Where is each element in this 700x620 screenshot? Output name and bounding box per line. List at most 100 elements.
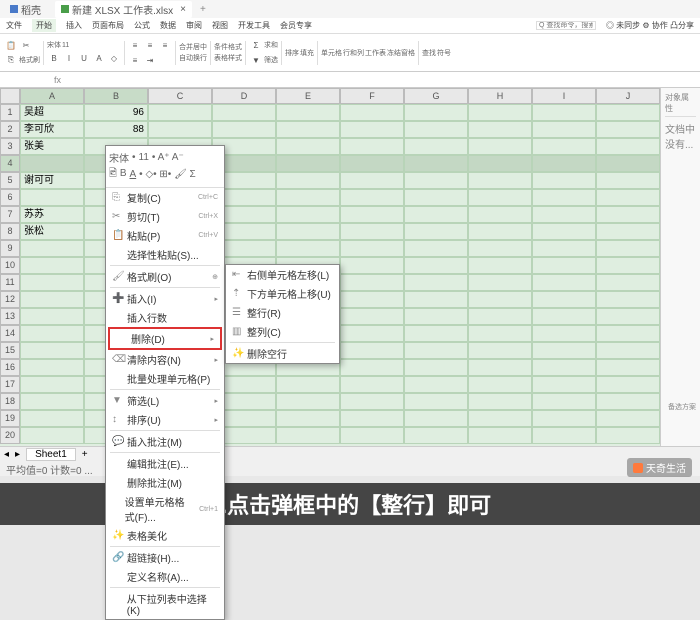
cell[interactable]: [212, 104, 276, 121]
menu-page[interactable]: 页面布局: [92, 20, 124, 31]
row-header[interactable]: 6: [0, 189, 20, 206]
select-all[interactable]: [0, 88, 20, 104]
row-header[interactable]: 20: [0, 427, 20, 444]
table-style[interactable]: 表格样式: [214, 53, 242, 63]
cell[interactable]: [404, 359, 468, 376]
cell[interactable]: [404, 121, 468, 138]
ctx-insert-comment[interactable]: 💬插入批注(M): [106, 432, 224, 451]
row-header[interactable]: 9: [0, 240, 20, 257]
row-header[interactable]: 10: [0, 257, 20, 274]
ctx-insert-rows[interactable]: 插入行数: [106, 308, 224, 327]
row-header[interactable]: 7: [0, 206, 20, 223]
col-header-j[interactable]: J: [596, 88, 660, 104]
cell[interactable]: [468, 376, 532, 393]
cell[interactable]: [404, 138, 468, 155]
cell[interactable]: [20, 274, 84, 291]
cell[interactable]: 苏苏: [20, 206, 84, 223]
cell[interactable]: [276, 206, 340, 223]
sub-shift-up[interactable]: ⇡下方单元格上移(U): [226, 284, 339, 303]
cell[interactable]: [596, 240, 660, 257]
cell[interactable]: [532, 206, 596, 223]
ctx-format-cells[interactable]: 设置单元格格式(F)...Ctrl+1: [106, 492, 224, 526]
ctx-hyperlink[interactable]: 🔗超链接(H)...: [106, 548, 224, 567]
cell[interactable]: [532, 342, 596, 359]
add-tab-button[interactable]: +: [200, 4, 206, 15]
cell[interactable]: [404, 393, 468, 410]
cell[interactable]: [276, 104, 340, 121]
cell[interactable]: [468, 138, 532, 155]
row-header[interactable]: 3: [0, 138, 20, 155]
col-header-a[interactable]: A: [20, 88, 84, 104]
cell[interactable]: [404, 257, 468, 274]
cell[interactable]: [468, 104, 532, 121]
font-select[interactable]: 宋体: [47, 40, 61, 50]
cell[interactable]: [596, 257, 660, 274]
sub-entire-col[interactable]: ▥整列(C): [226, 322, 339, 341]
font-color[interactable]: A: [92, 51, 106, 65]
cell[interactable]: [596, 308, 660, 325]
filter-button[interactable]: ▼: [249, 53, 263, 67]
cell[interactable]: [596, 410, 660, 427]
cell[interactable]: [532, 308, 596, 325]
cell[interactable]: [340, 359, 404, 376]
ctx-copy[interactable]: ⎘复制(C)Ctrl+C: [106, 188, 224, 207]
cell[interactable]: 吴超: [20, 104, 84, 121]
row-header[interactable]: 17: [0, 376, 20, 393]
cell[interactable]: [532, 138, 596, 155]
cell[interactable]: [596, 104, 660, 121]
cell[interactable]: 谢可可: [20, 172, 84, 189]
rowcol-button[interactable]: 行和列: [343, 48, 364, 58]
cell[interactable]: [404, 427, 468, 444]
ctx-batch[interactable]: 批量处理单元格(P): [106, 369, 224, 388]
menu-data[interactable]: 数据: [160, 20, 176, 31]
cell-button[interactable]: 单元格: [321, 48, 342, 58]
cell[interactable]: [340, 138, 404, 155]
cell[interactable]: [404, 206, 468, 223]
cell[interactable]: [20, 427, 84, 444]
cell[interactable]: [532, 427, 596, 444]
menu-start[interactable]: 开始: [32, 19, 56, 32]
cell[interactable]: [148, 121, 212, 138]
row-header[interactable]: 15: [0, 342, 20, 359]
cell[interactable]: [340, 223, 404, 240]
next-sheet[interactable]: ▸: [15, 449, 20, 460]
align-right[interactable]: ≡: [158, 38, 172, 52]
row-header[interactable]: 16: [0, 359, 20, 376]
cell[interactable]: [276, 393, 340, 410]
tab-home[interactable]: 稻壳: [4, 1, 47, 18]
tab-workbook[interactable]: 新建 XLSX 工作表.xlsx×: [55, 1, 192, 18]
cell[interactable]: [340, 376, 404, 393]
cell[interactable]: [468, 257, 532, 274]
cell[interactable]: [468, 427, 532, 444]
cell[interactable]: [532, 376, 596, 393]
cell[interactable]: [404, 104, 468, 121]
col-header-i[interactable]: I: [532, 88, 596, 104]
cell[interactable]: [596, 376, 660, 393]
paste-button[interactable]: 📋: [4, 38, 18, 52]
cell[interactable]: [404, 291, 468, 308]
cell[interactable]: [276, 138, 340, 155]
ctx-clear[interactable]: ⌫清除内容(N)▸: [106, 350, 224, 369]
cell[interactable]: [468, 240, 532, 257]
ctx-dropdown-select[interactable]: 从下拉列表中选择(K): [106, 589, 224, 619]
cell[interactable]: [340, 206, 404, 223]
cell[interactable]: [404, 223, 468, 240]
ctx-delete[interactable]: 删除(D)▸: [108, 327, 222, 350]
cell[interactable]: [596, 274, 660, 291]
fill-color[interactable]: ◇: [107, 51, 121, 65]
cell[interactable]: [276, 376, 340, 393]
cell[interactable]: [532, 121, 596, 138]
cell[interactable]: [532, 257, 596, 274]
cell[interactable]: [468, 410, 532, 427]
merge-button[interactable]: 合并居中: [179, 42, 207, 52]
cell[interactable]: 李可欣: [20, 121, 84, 138]
cell[interactable]: 张美: [20, 138, 84, 155]
cell[interactable]: [404, 172, 468, 189]
cell[interactable]: [468, 342, 532, 359]
row-header[interactable]: 12: [0, 291, 20, 308]
cell[interactable]: [468, 359, 532, 376]
cell[interactable]: [596, 393, 660, 410]
cell[interactable]: [340, 274, 404, 291]
cell[interactable]: 88: [84, 121, 148, 138]
cell[interactable]: [404, 410, 468, 427]
